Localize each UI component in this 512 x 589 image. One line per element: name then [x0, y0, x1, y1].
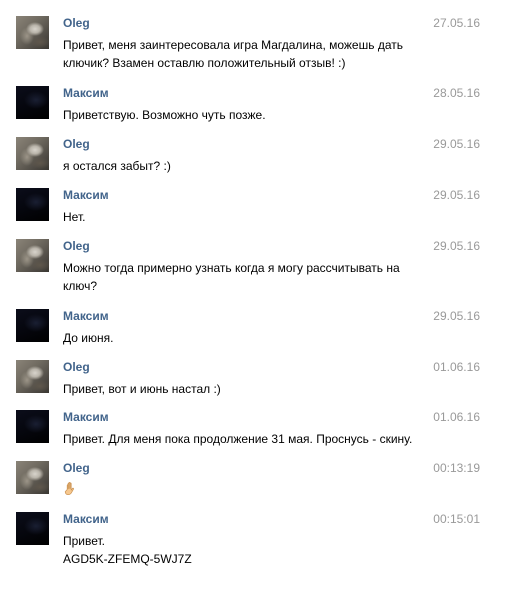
sender-name[interactable]: Oleg — [63, 137, 90, 151]
message-item: Максим 29.05.16 До июня. — [0, 309, 512, 345]
message-text: Привет. Для меня пока продолжение 31 мая… — [63, 430, 423, 448]
message-line: Привет. Для меня пока продолжение 31 мая… — [63, 432, 413, 446]
message-time[interactable]: 28.05.16 — [433, 86, 480, 100]
message-item: Максим 01.06.16 Привет. Для меня пока пр… — [0, 410, 512, 446]
message-text: Приветствую. Возможно чуть позже. — [63, 106, 423, 124]
user-avatar[interactable] — [16, 239, 49, 272]
message-text: Нет. — [63, 208, 423, 226]
user-avatar[interactable] — [16, 360, 49, 393]
sender-name[interactable]: Oleg — [63, 461, 90, 475]
message-text: Привет, вот и июнь настал :) — [63, 380, 423, 398]
message-time[interactable]: 29.05.16 — [433, 239, 480, 253]
message-line: До июня. — [63, 331, 114, 345]
message-line: я остался забыт? :) — [63, 159, 171, 173]
message-text: Привет. AGD5K-ZFEMQ-5WJ7Z — [63, 532, 423, 568]
sender-name[interactable]: Oleg — [63, 360, 90, 374]
message-time[interactable]: 29.05.16 — [433, 309, 480, 323]
user-avatar[interactable] — [16, 137, 49, 170]
user-avatar[interactable] — [16, 309, 49, 342]
message-line: Можно тогда примерно узнать когда я могу… — [63, 261, 400, 275]
user-avatar[interactable] — [16, 86, 49, 119]
sender-name[interactable]: Максим — [63, 188, 109, 202]
message-time[interactable]: 00:15:01 — [433, 512, 480, 526]
message-history: Oleg 27.05.16 Привет, меня заинтересовал… — [0, 0, 512, 589]
message-text: Привет, меня заинтересовала игра Магдали… — [63, 36, 423, 72]
message-line: Привет, меня заинтересовала игра Магдали… — [63, 38, 403, 52]
message-text: До июня. — [63, 329, 423, 347]
message-line: ключик? Взамен оставлю положительный отз… — [63, 56, 346, 70]
message-line: Нет. — [63, 210, 86, 224]
message-item: Oleg 01.06.16 Привет, вот и июнь настал … — [0, 360, 512, 396]
message-time[interactable]: 01.06.16 — [433, 360, 480, 374]
sender-name[interactable]: Максим — [63, 86, 109, 100]
message-time[interactable]: 29.05.16 — [433, 188, 480, 202]
message-text: я остался забыт? :) — [63, 157, 423, 175]
user-avatar[interactable] — [16, 188, 49, 221]
message-line[interactable]: AGD5K-ZFEMQ-5WJ7Z — [63, 550, 423, 568]
user-avatar[interactable] — [16, 410, 49, 443]
message-item: Oleg 29.05.16 Можно тогда примерно узнат… — [0, 239, 512, 293]
message-line: Приветствую. Возможно чуть позже. — [63, 108, 266, 122]
message-item: Максим 00:15:01 Привет. AGD5K-ZFEMQ-5WJ7… — [0, 512, 512, 566]
user-avatar[interactable] — [16, 16, 49, 49]
message-item: Максим 28.05.16 Приветствую. Возможно чу… — [0, 86, 512, 122]
message-item: Максим 29.05.16 Нет. — [0, 188, 512, 224]
message-time[interactable]: 00:13:19 — [433, 461, 480, 475]
message-item: Oleg 29.05.16 я остался забыт? :) — [0, 137, 512, 173]
message-line: ключ? — [63, 279, 98, 293]
sender-name[interactable]: Oleg — [63, 16, 90, 30]
sender-name[interactable]: Максим — [63, 512, 109, 526]
sender-name[interactable]: Oleg — [63, 239, 90, 253]
user-avatar[interactable] — [16, 512, 49, 545]
user-avatar[interactable] — [16, 461, 49, 494]
message-time[interactable]: 01.06.16 — [433, 410, 480, 424]
sender-name[interactable]: Максим — [63, 410, 109, 424]
message-text: Можно тогда примерно узнать когда я могу… — [63, 259, 423, 295]
raised-hand-icon — [64, 481, 74, 496]
message-item: Oleg 00:13:19 — [0, 461, 512, 497]
sender-name[interactable]: Максим — [63, 309, 109, 323]
message-line: Привет, вот и июнь настал :) — [63, 382, 221, 396]
message-item: Oleg 27.05.16 Привет, меня заинтересовал… — [0, 16, 512, 70]
message-time[interactable]: 29.05.16 — [433, 137, 480, 151]
message-line: Привет. — [63, 534, 106, 548]
message-time[interactable]: 27.05.16 — [433, 16, 480, 30]
